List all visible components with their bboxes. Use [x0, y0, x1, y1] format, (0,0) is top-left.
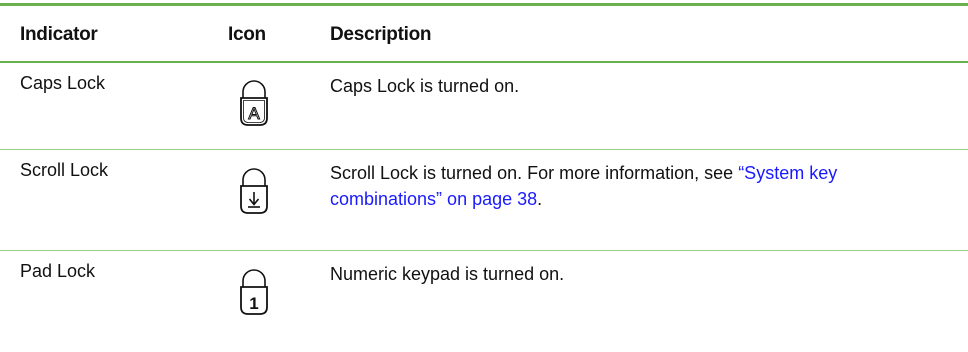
header-icon: Icon	[228, 24, 266, 45]
svg-text:A: A	[248, 104, 260, 123]
description-text: Caps Lock is turned on.	[330, 73, 930, 99]
indicator-name: Caps Lock	[20, 73, 106, 93]
description-end: .	[537, 189, 543, 209]
scroll-lock-icon	[237, 166, 271, 216]
table-header-row: Indicator Icon Description	[0, 6, 968, 61]
table-row-scroll-lock: Scroll Lock Scroll Lock is turned on. Fo…	[0, 150, 968, 250]
indicator-name: Scroll Lock	[20, 160, 109, 180]
table-row-caps-lock: Caps Lock A Caps Lock is turned on.	[0, 63, 968, 149]
pad-lock-icon: 1	[237, 267, 271, 317]
caps-lock-icon: A	[237, 78, 271, 128]
description-main: Numeric keypad is turned on.	[330, 264, 565, 284]
indicator-name: Pad Lock	[20, 261, 96, 281]
description-text: Numeric keypad is turned on.	[330, 261, 930, 287]
description-main: Scroll Lock is turned on. For more infor…	[330, 163, 739, 183]
svg-text:1: 1	[249, 294, 258, 313]
table-row-pad-lock: Pad Lock 1 Numeric keypad is turned on.	[0, 251, 968, 351]
description-main: Caps Lock is turned on.	[330, 76, 520, 96]
header-description: Description	[330, 24, 432, 45]
header-indicator: Indicator	[20, 24, 98, 45]
description-text: Scroll Lock is turned on. For more infor…	[330, 160, 930, 212]
